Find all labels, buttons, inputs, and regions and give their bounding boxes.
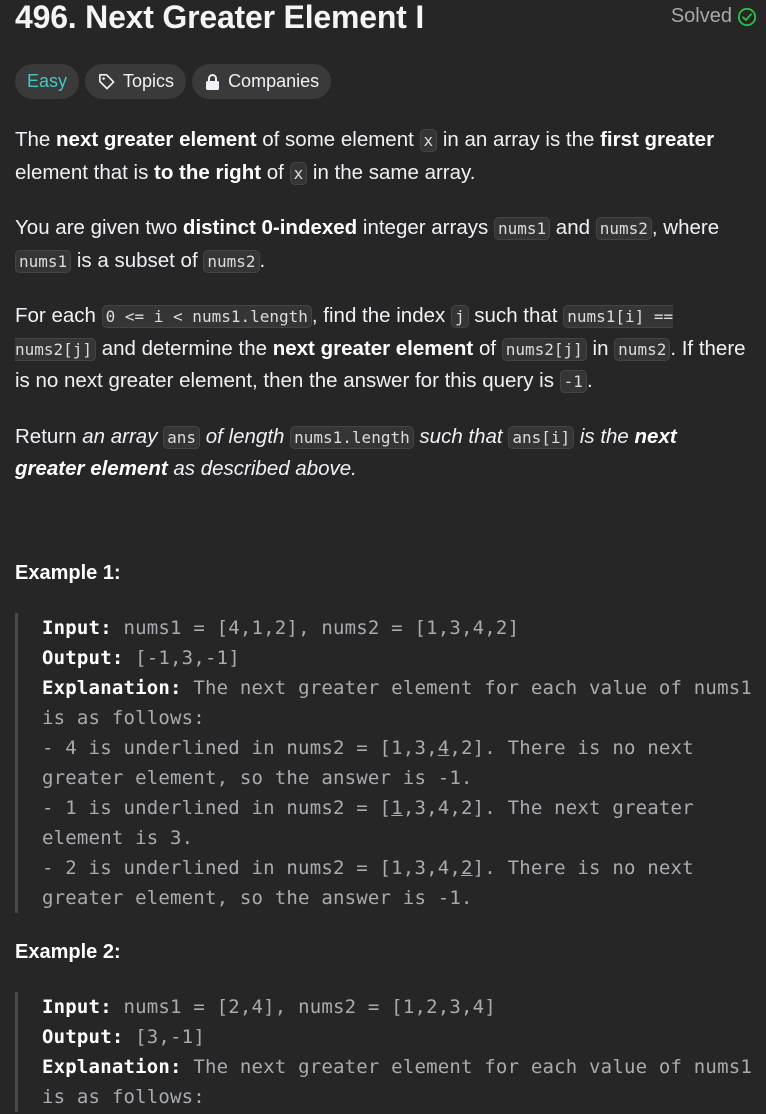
explanation-label: Explanation: [42,1056,182,1078]
difficulty-label: Easy [27,71,68,91]
inline-code: nums1 [493,217,551,240]
inline-code: nums2 [203,249,260,273]
tag-row: Easy Topics Companies [15,64,332,99]
inline-code: nums1.length [290,425,414,449]
example-2-title: Example 2: [15,941,121,963]
example-1-block: Input: nums1 = [4,1,2], nums2 = [1,3,4,2… [15,613,757,913]
input-label: Input: [42,996,112,1018]
input-value: nums1 = [2,4], nums2 = [1,2,3,4] [123,996,496,1018]
topics-label: Topics [123,71,175,91]
explanation-line: - 2 is underlined in nums2 = [1,3,4,2]. … [42,857,706,909]
problem-title: 496. Next Greater Element I [15,0,425,35]
output-value: [3,-1] [135,1026,205,1048]
input-label: Input: [42,617,112,639]
inline-code: ans[i] [508,425,575,449]
inline-code: -1 [559,370,587,393]
inline-code: x [419,129,438,152]
output-value: [-1,3,-1] [135,647,240,669]
companies-label: Companies [228,71,320,91]
input-value: nums1 = [4,1,2], nums2 = [1,3,4,2] [123,617,520,639]
description-paragraph-2: You are given two distinct 0-indexed int… [15,216,720,273]
description-paragraph-1: The next greater element of some element… [15,128,715,185]
topics-button[interactable]: Topics [85,64,187,99]
explanation-label: Explanation: [42,677,182,699]
title-row: 496. Next Greater Element I Solved [15,0,757,40]
solved-indicator: Solved [671,5,757,28]
inline-code: nums2 [595,217,652,240]
check-circle-icon [737,7,757,26]
description-paragraph-3: For each 0 <= i < nums1.length, find the… [15,304,746,393]
inline-code: j [450,305,469,328]
inline-code: ans [163,425,201,449]
description-paragraph-4: Return an array ans of length nums1.leng… [15,424,677,481]
example-2-block: Input: nums1 = [2,4], nums2 = [1,2,3,4] … [15,992,757,1112]
output-label: Output: [42,1026,124,1048]
lock-icon [206,73,220,90]
inline-code: x [289,161,308,185]
explanation-line: - 1 is underlined in nums2 = [1,3,4,2]. … [42,797,706,849]
solved-label: Solved [670,5,732,27]
explanation-line: - 4 is underlined in nums2 = [1,3,4,2]. … [42,737,706,789]
tag-icon [99,74,115,90]
difficulty-badge[interactable]: Easy [15,64,80,99]
example-1-title: Example 1: [15,562,121,584]
inline-code: nums2 [614,337,671,361]
companies-button[interactable]: Companies [192,64,332,99]
output-label: Output: [42,647,124,669]
inline-code: 0 <= i < nums1.length [101,305,312,328]
inline-code: nums2[j] [501,337,587,361]
problem-description: The next greater element of some element… [15,124,751,508]
inline-code: nums1 [15,249,72,273]
